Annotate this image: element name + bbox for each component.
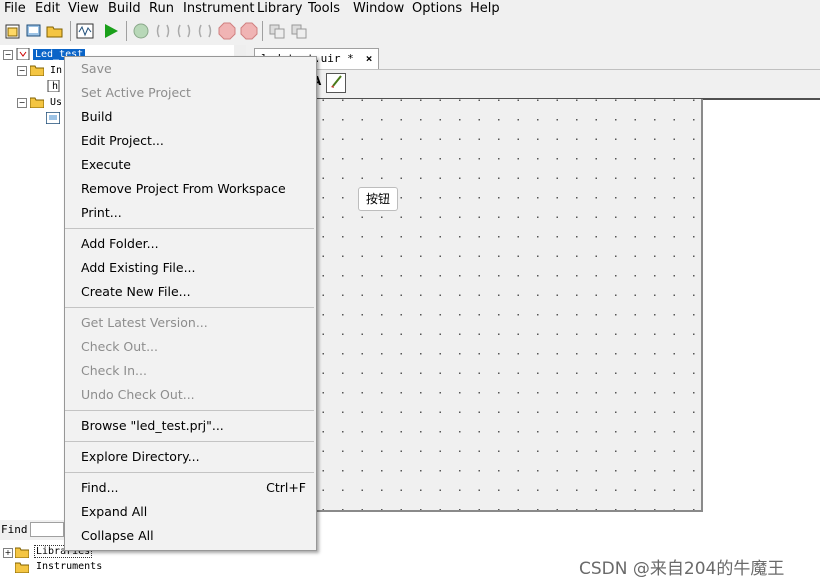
open-workspace-icon[interactable]: [25, 22, 43, 40]
panel-command-button[interactable]: 按钮: [358, 187, 398, 211]
menu-separator: [65, 307, 314, 308]
waveform-icon[interactable]: [76, 22, 94, 40]
copy-panel-icon[interactable]: [290, 22, 308, 40]
open-folder-icon[interactable]: [46, 22, 64, 40]
menu-item-build[interactable]: Build: [81, 107, 112, 127]
paint-brush-icon[interactable]: [326, 73, 346, 93]
watermark: CSDN @来自204的牛魔王: [579, 559, 785, 579]
menu-item-remove-project[interactable]: Remove Project From Workspace: [81, 179, 286, 199]
menu-item-find[interactable]: Find...: [81, 478, 119, 498]
tree-item-instruments-lib[interactable]: Instruments: [36, 561, 102, 572]
menu-item-add-folder[interactable]: Add Folder...: [81, 234, 159, 254]
menu-item-undo-check-out[interactable]: Undo Check Out...: [81, 385, 195, 405]
menu-item-check-out[interactable]: Check Out...: [81, 337, 158, 357]
menu-file[interactable]: File: [4, 0, 26, 18]
stop-all-icon[interactable]: [240, 22, 258, 40]
menu-item-edit-project[interactable]: Edit Project...: [81, 131, 164, 151]
tree-item-instruments[interactable]: In: [50, 64, 62, 78]
step-out-icon[interactable]: [196, 22, 214, 40]
menu-window[interactable]: Window: [353, 0, 404, 18]
menu-item-browse[interactable]: Browse "led_test.prj"...: [81, 416, 224, 436]
toolbar: [0, 18, 820, 46]
uir-file-icon: [45, 111, 61, 125]
stop-icon[interactable]: [218, 22, 236, 40]
tree-item-user-interface[interactable]: Us: [50, 96, 62, 110]
collapse-toggle[interactable]: −: [17, 98, 27, 108]
context-menu: Save Set Active Project Build Edit Proje…: [64, 56, 317, 551]
uir-editor-toolbar: A: [246, 70, 820, 100]
menu-separator: [65, 441, 314, 442]
collapse-toggle[interactable]: −: [3, 50, 13, 60]
breakpoint-icon[interactable]: [268, 22, 286, 40]
menu-item-get-latest-version[interactable]: Get Latest Version...: [81, 313, 208, 333]
collapse-toggle[interactable]: −: [17, 66, 27, 76]
menu-library[interactable]: Library: [257, 0, 302, 18]
menu-item-print[interactable]: Print...: [81, 203, 122, 223]
menu-item-expand-all[interactable]: Expand All: [81, 502, 147, 522]
find-label: Find: [1, 523, 28, 536]
menu-item-create-new-file[interactable]: Create New File...: [81, 282, 191, 302]
folder-icon: [14, 546, 30, 559]
menu-run[interactable]: Run: [149, 0, 174, 18]
tree-item-header-file[interactable]: h: [52, 80, 58, 94]
menu-item-execute[interactable]: Execute: [81, 155, 131, 175]
folder-icon: [29, 64, 45, 77]
menu-bar: File Edit View Build Run Instrument Libr…: [0, 0, 820, 18]
menu-separator: [65, 228, 314, 229]
project-icon: [16, 47, 30, 61]
menu-item-check-in[interactable]: Check In...: [81, 361, 147, 381]
menu-item-set-active-project[interactable]: Set Active Project: [81, 83, 191, 103]
close-icon[interactable]: ×: [366, 52, 373, 65]
menu-tools[interactable]: Tools: [308, 0, 340, 18]
menu-separator: [65, 472, 314, 473]
menu-instrument[interactable]: Instrument: [183, 0, 255, 18]
folder-icon: [29, 96, 45, 109]
run-icon[interactable]: [102, 22, 120, 40]
step-into-icon[interactable]: [154, 22, 172, 40]
new-project-icon[interactable]: [4, 22, 22, 40]
menu-item-save[interactable]: Save: [81, 59, 112, 79]
step-over-icon[interactable]: [175, 22, 193, 40]
editor-tabs: led_test.uir *×: [246, 45, 820, 70]
menu-item-explore-directory[interactable]: Explore Directory...: [81, 447, 200, 467]
menu-view[interactable]: View: [68, 0, 99, 18]
menu-edit[interactable]: Edit: [35, 0, 60, 18]
go-icon[interactable]: [132, 22, 150, 40]
menu-build[interactable]: Build: [108, 0, 141, 18]
folder-icon: [14, 561, 30, 574]
find-shortcut: Ctrl+F: [266, 480, 306, 495]
menu-options[interactable]: Options: [412, 0, 462, 18]
expand-toggle[interactable]: +: [3, 548, 13, 558]
menu-item-collapse-all[interactable]: Collapse All: [81, 526, 154, 546]
menu-separator: [65, 410, 314, 411]
menu-help[interactable]: Help: [470, 0, 500, 18]
find-input[interactable]: [30, 522, 64, 537]
menu-item-add-existing-file[interactable]: Add Existing File...: [81, 258, 196, 278]
